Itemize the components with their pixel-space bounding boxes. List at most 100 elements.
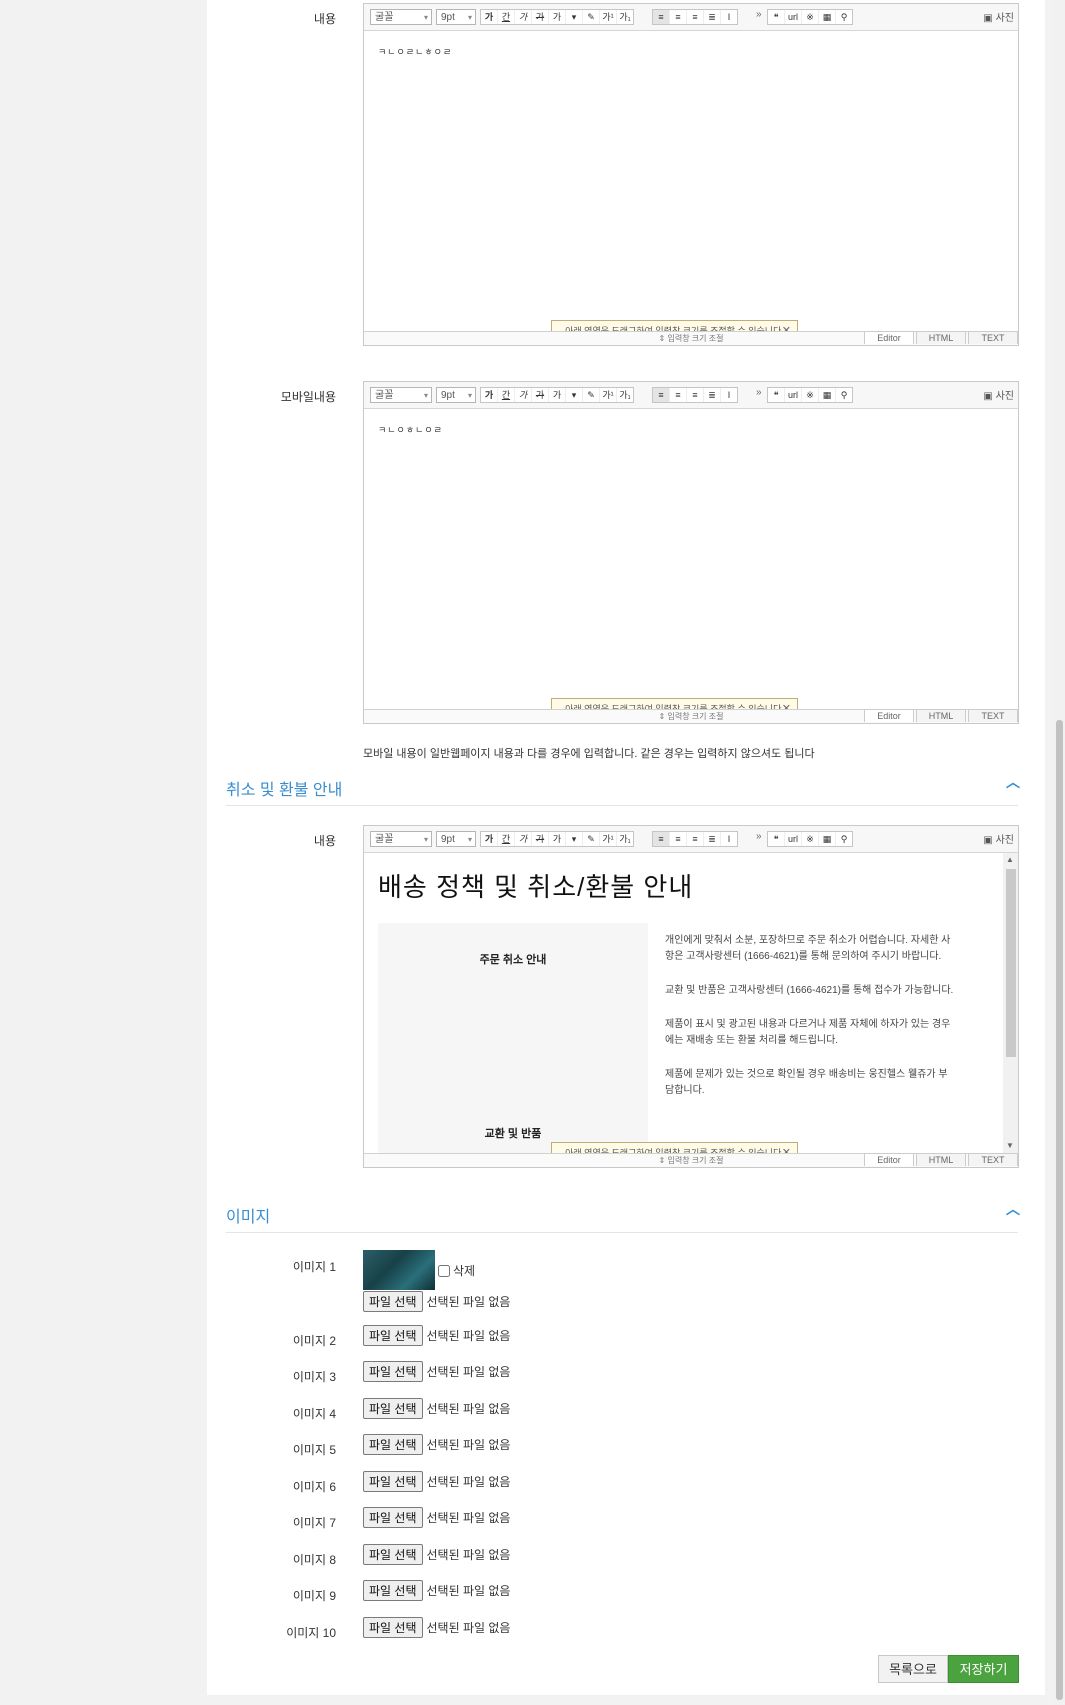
insert-buttons[interactable]: ❝ url ※ ▦ ⚲ [767,387,853,403]
file-input-9[interactable]: 파일 선택 선택된 파일 없음 [363,1580,510,1601]
strike-icon[interactable]: 가 [532,832,549,846]
align-left-icon[interactable]: ≡ [653,832,670,846]
align-buttons[interactable]: ≡ ≡ ≡ ≣ I [652,831,738,847]
format-buttons[interactable]: 가 간 가 가 가 ▾ ✎ 가¹ 가₁ [480,387,634,403]
underline-icon[interactable]: 간 [498,10,515,24]
photo-button[interactable]: ▣ 사진 [983,387,1014,402]
highlight-icon[interactable]: ✎ [583,832,600,846]
editor-scrollbar-thumb[interactable] [1006,869,1016,1057]
editor-content-area[interactable]: 배송 정책 및 취소/환불 안내 주문 취소 안내 교환 및 반품 개인에게 맞… [364,853,1018,1162]
size-select[interactable]: 9pt ▾ [436,831,476,847]
font-select[interactable]: 굴꼴 ▾ [370,831,432,847]
resize-handle[interactable]: ⇕ 입력창 크기 조절 Editor HTML TEXT [364,1153,1018,1167]
search-icon[interactable]: ⚲ [836,832,852,846]
align-right-icon[interactable]: ≡ [687,832,704,846]
file-select-button[interactable]: 파일 선택 [363,1544,423,1565]
file-select-button[interactable]: 파일 선택 [363,1398,423,1419]
file-input-10[interactable]: 파일 선택 선택된 파일 없음 [363,1617,510,1638]
editor-content-area[interactable]: ㅋㄴㅇㅎㄴㅇㄹ 아래 영역을 드래그하여 입력창 크기를 조절할 수 있습니다.… [364,409,1018,718]
save-button[interactable]: 저장하기 [948,1655,1019,1683]
file-input-2[interactable]: 파일 선택 선택된 파일 없음 [363,1325,510,1346]
special-char-icon[interactable]: ※ [802,10,819,24]
photo-button[interactable]: ▣ 사진 [983,9,1014,24]
align-left-icon[interactable]: ≡ [653,10,670,24]
file-select-button[interactable]: 파일 선택 [363,1361,423,1382]
tab-html[interactable]: HTML [916,1153,966,1166]
underline-icon[interactable]: 간 [498,832,515,846]
align-justify-icon[interactable]: ≣ [704,832,721,846]
bold-icon[interactable]: 가 [481,388,498,402]
highlight-icon[interactable]: ✎ [583,10,600,24]
align-justify-icon[interactable]: ≣ [704,388,721,402]
tab-text[interactable]: TEXT [968,1153,1018,1166]
file-input-7[interactable]: 파일 선택 선택된 파일 없음 [363,1507,510,1528]
delete-checkbox-input[interactable] [438,1264,450,1277]
italic-icon[interactable]: 가 [515,388,532,402]
special-char-icon[interactable]: ※ [802,832,819,846]
tab-editor[interactable]: Editor [864,331,914,344]
line-height-icon[interactable]: I [721,388,737,402]
strike-icon[interactable]: 가 [532,388,549,402]
file-input-4[interactable]: 파일 선택 선택된 파일 없음 [363,1398,510,1419]
url-icon[interactable]: url [785,388,802,402]
list-button[interactable]: 목록으로 [878,1655,948,1683]
more-icon[interactable]: » [756,9,762,20]
strike-icon[interactable]: 가 [532,10,549,24]
font-select[interactable]: 굴꼴 ▾ [370,387,432,403]
scroll-up-icon[interactable]: ▲ [1006,855,1014,864]
align-right-icon[interactable]: ≡ [687,10,704,24]
superscript-icon[interactable]: 가¹ [600,388,617,402]
align-left-icon[interactable]: ≡ [653,388,670,402]
file-select-button[interactable]: 파일 선택 [363,1507,423,1528]
tab-text[interactable]: TEXT [968,709,1018,722]
font-color-icon[interactable]: 가 [549,10,566,24]
quote-icon[interactable]: ❝ [768,10,785,24]
quote-icon[interactable]: ❝ [768,388,785,402]
file-input-8[interactable]: 파일 선택 선택된 파일 없음 [363,1544,510,1565]
italic-icon[interactable]: 가 [515,832,532,846]
special-char-icon[interactable]: ※ [802,388,819,402]
file-input-6[interactable]: 파일 선택 선택된 파일 없음 [363,1471,510,1492]
file-select-button[interactable]: 파일 선택 [363,1617,423,1638]
table-icon[interactable]: ▦ [819,10,836,24]
editor-content-area[interactable]: ㅋㄴㅇㄹㄴㅎㅇㄹ 아래 영역을 드래그하여 입력창 크기를 조절할 수 있습니다… [364,31,1018,340]
subscript-icon[interactable]: 가₁ [617,10,633,24]
more-icon[interactable]: » [756,387,762,398]
line-height-icon[interactable]: I [721,10,737,24]
tab-text[interactable]: TEXT [968,331,1018,344]
resize-handle[interactable]: ⇕ 입력창 크기 조절 Editor HTML TEXT [364,709,1018,723]
file-select-button[interactable]: 파일 선택 [363,1325,423,1346]
superscript-icon[interactable]: 가¹ [600,832,617,846]
table-icon[interactable]: ▦ [819,388,836,402]
font-color-icon[interactable]: 가 [549,388,566,402]
align-justify-icon[interactable]: ≣ [704,10,721,24]
format-buttons[interactable]: 가 간 가 가 가 ▾ ✎ 가¹ 가₁ [480,831,634,847]
bg-color-icon[interactable]: ▾ [566,832,583,846]
photo-button[interactable]: ▣ 사진 [983,831,1014,846]
italic-icon[interactable]: 가 [515,10,532,24]
refund-content-editor[interactable]: 굴꼴 ▾ 9pt ▾ 가 간 가 가 가 ▾ ✎ 가¹ 가₁ ≡ ≡ ≡ ≣ I »… [363,825,1019,1168]
align-center-icon[interactable]: ≡ [670,10,687,24]
align-right-icon[interactable]: ≡ [687,388,704,402]
file-input-3[interactable]: 파일 선택 선택된 파일 없음 [363,1361,510,1382]
file-input-5[interactable]: 파일 선택 선택된 파일 없음 [363,1434,510,1455]
underline-icon[interactable]: 간 [498,388,515,402]
format-buttons[interactable]: 가 간 가 가 가 ▾ ✎ 가¹ 가₁ [480,9,634,25]
tab-editor[interactable]: Editor [864,1153,914,1166]
align-buttons[interactable]: ≡ ≡ ≡ ≣ I [652,387,738,403]
search-icon[interactable]: ⚲ [836,10,852,24]
line-height-icon[interactable]: I [721,832,737,846]
align-center-icon[interactable]: ≡ [670,388,687,402]
align-center-icon[interactable]: ≡ [670,832,687,846]
url-icon[interactable]: url [785,832,802,846]
scroll-down-icon[interactable]: ▼ [1006,1141,1014,1150]
chevron-up-icon[interactable]: ︿ [1006,1199,1020,1219]
align-buttons[interactable]: ≡ ≡ ≡ ≣ I [652,9,738,25]
more-icon[interactable]: » [756,831,762,842]
mobile-content-editor[interactable]: 굴꼴 ▾ 9pt ▾ 가 간 가 가 가 ▾ ✎ 가¹ 가₁ ≡ ≡ ≡ ≣ I »… [363,381,1019,724]
tab-editor[interactable]: Editor [864,709,914,722]
table-icon[interactable]: ▦ [819,832,836,846]
font-select[interactable]: 굴꼴 ▾ [370,9,432,25]
font-color-icon[interactable]: 가 [549,832,566,846]
url-icon[interactable]: url [785,10,802,24]
